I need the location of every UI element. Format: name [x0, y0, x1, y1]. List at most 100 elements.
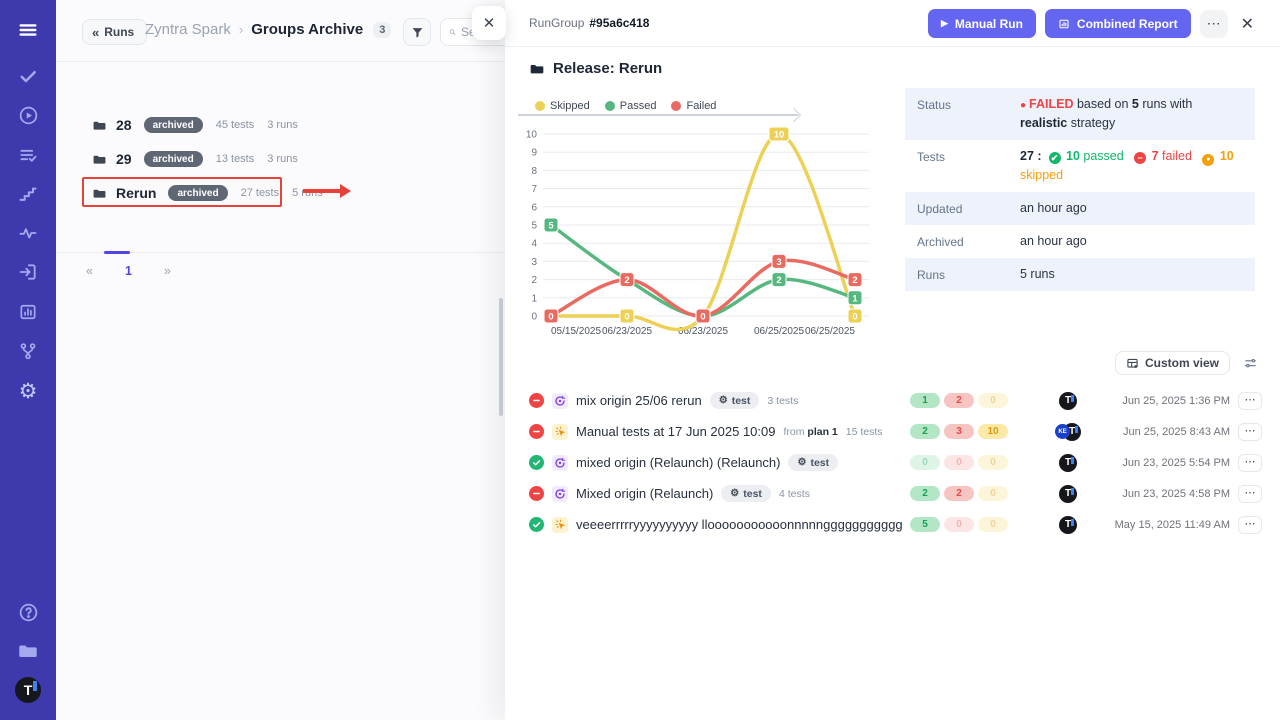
failed-minus-icon: −: [1134, 152, 1146, 164]
svg-text:3: 3: [776, 257, 781, 268]
archived-badge: archived: [144, 151, 203, 167]
info-row-runs: Runs 5 runs: [905, 258, 1255, 291]
activity-pulse-icon[interactable]: [0, 219, 56, 247]
menu-icon[interactable]: [0, 16, 56, 44]
rungroup-id: #95a6c418: [589, 16, 649, 30]
breadcrumb-page: Groups Archive: [251, 21, 363, 38]
pagination-prev[interactable]: «: [80, 262, 99, 280]
tests-colon: :: [1037, 149, 1041, 163]
legend-item-skipped: Skipped: [535, 100, 590, 112]
run-name[interactable]: mixed origin (Relaunch) (Relaunch): [576, 455, 780, 470]
pagination: « 1 »: [80, 262, 177, 280]
group-name: 29: [116, 151, 132, 167]
runs-back-label: Runs: [104, 25, 134, 39]
group-tests-count: 13 tests: [216, 153, 255, 165]
run-tests-count: 3 tests: [767, 395, 798, 407]
failed-status-icon: [529, 424, 544, 439]
run-more-button[interactable]: ⋯: [1238, 454, 1262, 472]
manual-run-label: Manual Run: [955, 17, 1023, 31]
run-more-button[interactable]: ⋯: [1238, 516, 1262, 534]
status-text-2: runs with: [1142, 97, 1192, 111]
steps-icon[interactable]: [0, 180, 56, 208]
run-more-button[interactable]: ⋯: [1238, 485, 1262, 503]
group-row[interactable]: 28archived45 tests3 runs: [92, 108, 472, 142]
avatar: T: [1059, 516, 1077, 534]
projects-folder-icon[interactable]: [0, 637, 56, 665]
avatar: KE: [1055, 424, 1070, 439]
git-branch-icon[interactable]: [0, 337, 56, 365]
tag-label: test: [810, 457, 829, 469]
point-label-failed: 0: [544, 309, 558, 323]
run-row[interactable]: veeeerrrrryyyyyyyyyy llooooooooooonnnnng…: [505, 509, 1280, 540]
passed-status-icon: [529, 455, 544, 470]
run-avatars: T: [1046, 392, 1090, 410]
status-runs-count: 5: [1132, 97, 1139, 111]
run-main: mixed origin (Relaunch) (Relaunch)⚙test: [576, 454, 902, 471]
run-row[interactable]: mix origin 25/06 rerun⚙test3 tests120TJu…: [505, 385, 1280, 416]
svg-text:06/25/2025: 06/25/2025: [754, 326, 804, 337]
inbox-in-icon[interactable]: [0, 258, 56, 286]
tests-total: 27: [1020, 149, 1034, 163]
tests-skipped-label: skipped: [1020, 168, 1063, 182]
filter-button[interactable]: [403, 18, 431, 46]
failed-dot-icon: ●: [1020, 100, 1026, 111]
run-name[interactable]: Mixed origin (Relaunch): [576, 486, 713, 501]
run-name[interactable]: mix origin 25/06 rerun: [576, 393, 702, 408]
svg-text:1: 1: [531, 293, 537, 304]
custom-view-label: Custom view: [1145, 356, 1219, 370]
groups-archive-panel: « Runs Zyntra Spark › Groups Archive 3 2…: [56, 0, 505, 720]
run-row[interactable]: mixed origin (Relaunch) (Relaunch)⚙test0…: [505, 447, 1280, 478]
runs-back-button[interactable]: « Runs: [82, 19, 147, 45]
svg-text:06/25/2025: 06/25/2025: [805, 326, 855, 337]
detail-close-button[interactable]: ✕: [1237, 12, 1258, 36]
close-icon: ✕: [1241, 16, 1254, 33]
run-more-button[interactable]: ⋯: [1238, 392, 1262, 410]
green-count-badge: 5: [910, 517, 940, 532]
point-label-failed: 2: [848, 273, 862, 287]
run-row[interactable]: Mixed origin (Relaunch)⚙test4 tests220TJ…: [505, 478, 1280, 509]
group-title: Release: Rerun: [529, 60, 662, 77]
list-header: « Runs Zyntra Spark › Groups Archive 3: [56, 0, 505, 62]
help-icon[interactable]: [0, 598, 56, 626]
combined-report-button[interactable]: Combined Report: [1045, 9, 1191, 38]
more-actions-button[interactable]: ⋯: [1200, 10, 1228, 38]
point-label-skipped: 10: [769, 127, 789, 141]
yellow-count-badge: 0: [978, 486, 1008, 501]
run-date: Jun 23, 2025 4:58 PM: [1098, 488, 1230, 500]
funnel-icon: [411, 26, 424, 39]
pagination-next[interactable]: »: [158, 262, 177, 280]
run-row[interactable]: Manual tests at 17 Jun 2025 10:09from pl…: [505, 416, 1280, 447]
group-tests-count: 45 tests: [216, 119, 255, 131]
play-circle-icon[interactable]: [0, 101, 56, 129]
svg-text:06/23/2025: 06/23/2025: [602, 326, 652, 337]
rungroup-info-table: Status ●FAILED based on 5 runs with real…: [905, 88, 1255, 291]
manual-run-button[interactable]: ▶ Manual Run: [928, 9, 1036, 38]
group-row[interactable]: 29archived13 tests3 runs: [92, 142, 472, 176]
pagination-page-1[interactable]: 1: [119, 262, 138, 280]
red-count-badge: 2: [944, 486, 974, 501]
point-label-skipped: 0: [848, 309, 862, 323]
panel-scrollbar-thumb[interactable]: [499, 298, 503, 416]
bar-chart-icon[interactable]: [0, 298, 56, 326]
group-title-text: Release: Rerun: [553, 60, 662, 77]
legend-dot: [605, 101, 615, 111]
list-check-icon[interactable]: [0, 141, 56, 169]
panel-edge-close-button[interactable]: ✕: [472, 6, 506, 40]
breadcrumb-project[interactable]: Zyntra Spark: [145, 21, 231, 38]
avatar-initial: T: [24, 682, 33, 698]
sliders-icon[interactable]: [1243, 357, 1258, 370]
settings-gear-icon[interactable]: ⚙: [0, 377, 56, 405]
run-more-button[interactable]: ⋯: [1238, 423, 1262, 441]
run-name[interactable]: Manual tests at 17 Jun 2025 10:09: [576, 424, 775, 439]
svg-text:0: 0: [700, 312, 705, 323]
legend-dot: [535, 101, 545, 111]
custom-view-button[interactable]: Custom view: [1115, 351, 1230, 375]
check-icon[interactable]: [0, 62, 56, 90]
user-avatar[interactable]: T: [0, 676, 56, 704]
yellow-count-badge: 0: [978, 517, 1008, 532]
group-row[interactable]: Rerunarchived27 tests5 runs: [92, 176, 472, 210]
chart-legend: SkippedPassedFailed: [535, 100, 716, 112]
run-name[interactable]: veeeerrrrryyyyyyyyyy llooooooooooonnnnng…: [576, 517, 902, 532]
info-row-updated: Updated an hour ago: [905, 192, 1255, 225]
svg-text:6: 6: [531, 202, 537, 213]
